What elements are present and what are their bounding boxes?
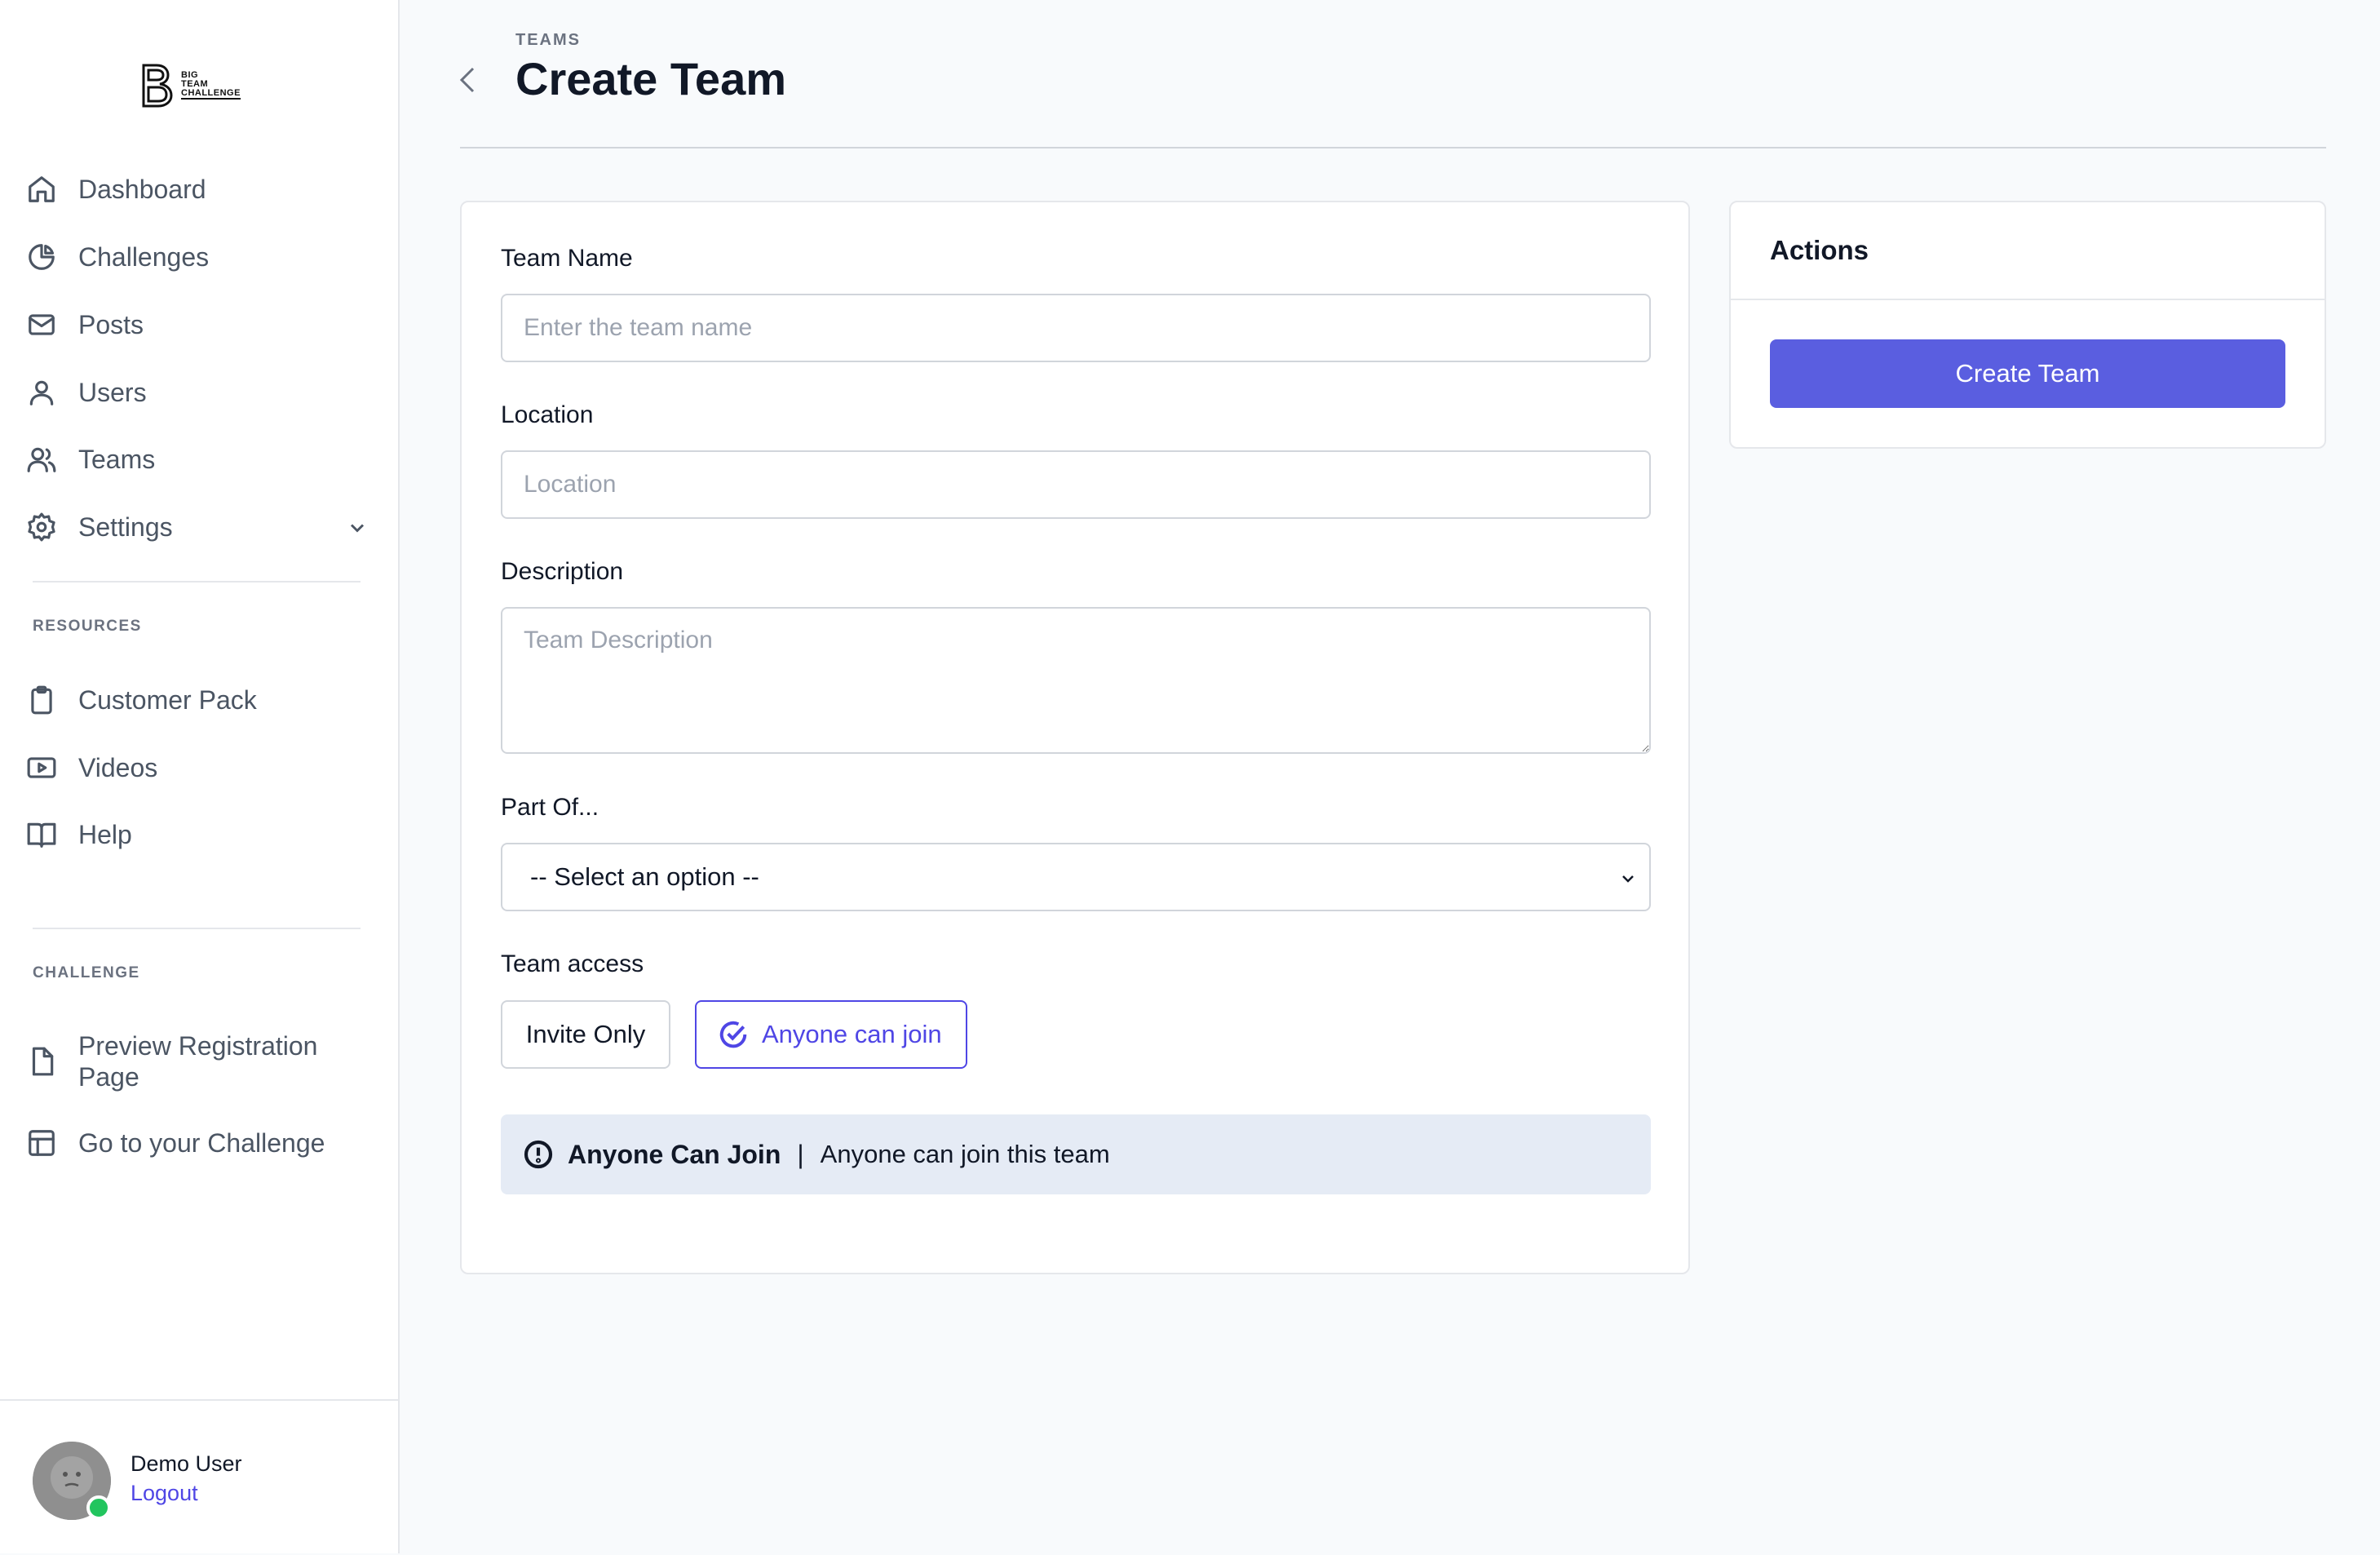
sidebar-item-label: Go to your Challenge (78, 1127, 325, 1158)
brand-logo[interactable]: BIG TEAM CHALLENGE (139, 62, 241, 108)
sidebar-item-label: Posts (78, 309, 144, 339)
part-of-label: Part Of... (501, 794, 599, 821)
chevron-left-icon (459, 67, 475, 93)
notice-title: Anyone Can Join (568, 1139, 781, 1169)
sidebar-item-label: Help (78, 819, 132, 849)
check-circle-icon (719, 1021, 747, 1048)
logo-mark-icon (142, 64, 173, 108)
anyone-can-join-label: Anyone can join (762, 1020, 942, 1048)
header-divider (460, 147, 2326, 148)
actions-title: Actions (1770, 235, 1869, 265)
sidebar-item-customer-pack[interactable]: Customer Pack (26, 677, 369, 723)
sidebar-item-label: Customer Pack (78, 684, 257, 715)
sidebar-item-help[interactable]: Help (26, 812, 369, 857)
layout-icon (26, 1127, 57, 1158)
team-name-input[interactable] (501, 294, 1651, 362)
video-icon (26, 752, 57, 783)
section-label-challenge: CHALLENGE (33, 964, 140, 981)
sidebar-item-label: Challenges (78, 241, 210, 272)
part-of-select[interactable]: -- Select an option -- (501, 843, 1651, 911)
mail-icon (26, 309, 57, 340)
online-status-indicator (86, 1495, 111, 1520)
chevron-down-icon (1618, 867, 1638, 887)
clipboard-icon (26, 684, 57, 715)
book-icon (26, 819, 57, 850)
anyone-can-join-option[interactable]: Anyone can join (695, 1000, 967, 1069)
sidebar-item-dashboard[interactable]: Dashboard (26, 166, 369, 212)
location-label: Location (501, 401, 594, 428)
team-name-label: Team Name (501, 245, 633, 272)
sidebar-divider (33, 581, 361, 583)
file-icon (26, 1046, 57, 1077)
description-textarea[interactable] (501, 607, 1651, 754)
sidebar-divider (33, 928, 361, 929)
sidebar-item-label: Dashboard (78, 174, 206, 204)
notice-text: Anyone can join this team (820, 1140, 1110, 1168)
sidebar-item-label: Preview Registration Page (78, 1031, 318, 1092)
sidebar: BIG TEAM CHALLENGE Dashboard Challenges … (0, 0, 400, 1553)
sidebar-item-label: Videos (78, 752, 158, 782)
chevron-down-icon[interactable] (346, 516, 369, 538)
logo-text: BIG TEAM CHALLENGE (181, 69, 241, 100)
user-panel: Demo User Logout (0, 1399, 398, 1555)
location-input[interactable] (501, 450, 1651, 519)
sidebar-item-users[interactable]: Users (26, 370, 369, 415)
page-title: Create Team (515, 53, 787, 104)
sidebar-item-label: Settings (78, 512, 173, 542)
sidebar-item-label: Users (78, 377, 147, 407)
description-label: Description (501, 558, 624, 585)
section-label-resources: RESOURCES (33, 618, 142, 635)
gear-icon (26, 512, 57, 543)
home-icon (26, 174, 57, 205)
pie-chart-icon (26, 241, 57, 272)
part-of-selected-value: -- Select an option -- (530, 862, 759, 891)
sidebar-item-teams[interactable]: Teams (26, 436, 369, 482)
invite-only-label: Invite Only (525, 1020, 646, 1048)
logo-line: BIG (181, 69, 199, 80)
back-button[interactable] (453, 62, 483, 98)
users-icon (26, 444, 57, 475)
logo-line: TEAM (181, 78, 209, 89)
sidebar-item-challenges[interactable]: Challenges (26, 234, 369, 280)
invite-only-option[interactable]: Invite Only (501, 1000, 670, 1069)
sidebar-item-go-to-challenge[interactable]: Go to your Challenge (26, 1120, 369, 1166)
sidebar-item-posts[interactable]: Posts (26, 302, 369, 348)
user-name: Demo User (131, 1451, 242, 1476)
sidebar-item-label: Teams (78, 444, 156, 474)
user-icon (26, 377, 57, 408)
alert-circle-icon (524, 1140, 553, 1169)
notice-separator: | (797, 1139, 804, 1169)
logout-link[interactable]: Logout (131, 1481, 198, 1506)
sidebar-item-videos[interactable]: Videos (26, 745, 369, 791)
breadcrumb[interactable]: TEAMS (515, 31, 581, 50)
logo-line: CHALLENGE (181, 87, 241, 100)
access-notice: Anyone Can Join | Anyone can join this t… (501, 1114, 1651, 1194)
create-team-button[interactable]: Create Team (1770, 339, 2285, 408)
sidebar-item-settings[interactable]: Settings (26, 504, 369, 550)
actions-divider (1731, 299, 2325, 300)
sidebar-item-preview-registration[interactable]: Preview Registration Page (26, 1029, 369, 1094)
team-access-label: Team access (501, 950, 644, 977)
